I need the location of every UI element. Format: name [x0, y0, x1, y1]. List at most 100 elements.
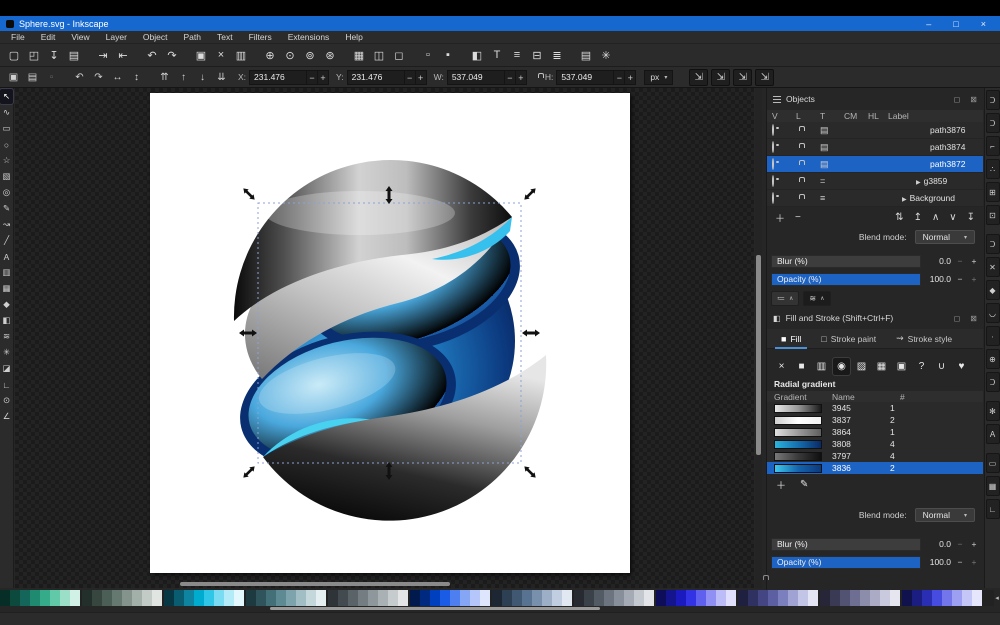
add-gradient-button[interactable]: ＋ — [776, 477, 786, 492]
select-all-button[interactable]: ▣ — [5, 69, 22, 85]
snap-bbox-centers-button[interactable]: ⊡ — [986, 205, 1000, 225]
field-value-input[interactable]: 231.476 — [249, 70, 307, 85]
object-row[interactable]: ▤path3876 — [767, 122, 983, 139]
layers-collapse-button[interactable]: ≋∧ — [803, 291, 830, 306]
palette-swatch[interactable] — [388, 590, 398, 606]
remove-object-button[interactable]: − — [795, 212, 801, 223]
snap-others-button[interactable]: ⊕ — [986, 349, 1000, 369]
snap-text-baseline-button[interactable]: A — [986, 424, 1000, 444]
palette-swatch[interactable] — [480, 590, 490, 606]
snap-guides-button[interactable]: ∟ — [986, 499, 1000, 519]
snap-smooth-nodes-button[interactable]: ◡ — [986, 303, 1000, 323]
zoom-tool[interactable]: ⊙ — [0, 393, 13, 408]
opacity-plus-button[interactable]: + — [969, 557, 979, 567]
palette-swatch[interactable] — [532, 590, 542, 606]
snap-path-intersections-button[interactable]: ✕ — [986, 257, 1000, 277]
print-button[interactable]: ▤ — [65, 46, 83, 64]
document-properties-button[interactable]: ▤ — [577, 46, 595, 64]
palette-swatch[interactable] — [748, 590, 758, 606]
palette-swatch[interactable] — [184, 590, 194, 606]
scale-corners-toggle[interactable]: ⇲ — [711, 69, 730, 86]
canvas[interactable] — [15, 88, 754, 588]
blur-slider[interactable]: Blur (%) — [771, 538, 921, 551]
zoom-page-width-button[interactable]: ⊛ — [321, 46, 339, 64]
edit-gradient-button[interactable]: ✎ — [800, 479, 808, 490]
close-button[interactable]: × — [981, 19, 986, 29]
raise-to-top-button[interactable]: ↥ — [914, 212, 922, 223]
palette-swatch[interactable] — [502, 590, 512, 606]
palette-swatch[interactable] — [470, 590, 480, 606]
maximize-button[interactable]: □ — [953, 19, 958, 29]
palette-swatch[interactable] — [798, 590, 808, 606]
scale-gradients-toggle[interactable]: ⇲ — [733, 69, 752, 86]
paint-unknown-button[interactable]: ? — [913, 358, 930, 375]
palette-scroll-arrow[interactable]: ◂ — [994, 590, 1000, 606]
field-value-input[interactable]: 537.049 — [447, 70, 505, 85]
menu-path[interactable]: Path — [176, 31, 208, 43]
snap-cusp-nodes-button[interactable]: ◆ — [986, 280, 1000, 300]
menu-object[interactable]: Object — [136, 31, 175, 43]
palette-swatch[interactable] — [624, 590, 634, 606]
palette-swatch[interactable] — [870, 590, 880, 606]
palette-swatch[interactable] — [50, 590, 60, 606]
dock-close-icon[interactable]: ⊠ — [970, 314, 977, 323]
palette-swatch[interactable] — [492, 590, 502, 606]
tab-stroke-style[interactable]: ⇝Stroke style — [888, 330, 960, 348]
zoom-page-button[interactable]: ⊚ — [301, 46, 319, 64]
paint-pattern-button[interactable]: ▨ — [853, 358, 870, 375]
spin-plus-button[interactable]: + — [516, 70, 527, 85]
palette-swatch[interactable] — [584, 590, 594, 606]
palette-swatch[interactable] — [286, 590, 296, 606]
palette-swatch[interactable] — [686, 590, 696, 606]
bezier-tool[interactable]: ↝ — [0, 217, 13, 232]
palette-swatch[interactable] — [358, 590, 368, 606]
xml-editor-button[interactable]: ⊟ — [528, 46, 546, 64]
snap-object-centers-button[interactable]: Ↄ — [986, 372, 1000, 392]
text-tool[interactable]: A — [0, 249, 13, 264]
snap-nodes-button[interactable]: Ↄ — [986, 234, 1000, 254]
palette-swatch[interactable] — [214, 590, 224, 606]
palette-swatch[interactable] — [398, 590, 408, 606]
palette-swatch[interactable] — [20, 590, 30, 606]
select-all-layers-button[interactable]: ▤ — [24, 69, 41, 85]
palette-swatch[interactable] — [696, 590, 706, 606]
menu-layer[interactable]: Layer — [99, 31, 134, 43]
palette-swatch[interactable] — [92, 590, 102, 606]
snap-bbox-midpoints-button[interactable]: ⊞ — [986, 182, 1000, 202]
flip-vertical-button[interactable]: ↕ — [128, 69, 145, 85]
menu-extensions[interactable]: Extensions — [281, 31, 337, 43]
gradient-row[interactable]: 38372 — [767, 414, 983, 426]
paint-linear-gradient-button[interactable]: ▥ — [813, 358, 830, 375]
tweak-tool[interactable]: ≋ — [0, 329, 13, 344]
palette-swatch[interactable] — [40, 590, 50, 606]
palette-swatch[interactable] — [880, 590, 890, 606]
spin-plus-button[interactable]: + — [318, 70, 329, 85]
palette-swatch[interactable] — [368, 590, 378, 606]
opacity-minus-button[interactable]: − — [955, 557, 965, 567]
palette-scrollbar[interactable] — [0, 607, 1000, 611]
import-button[interactable]: ⇥ — [94, 46, 112, 64]
duplicate-button[interactable]: ▦ — [350, 46, 368, 64]
palette-swatch[interactable] — [614, 590, 624, 606]
opacity-slider[interactable]: Opacity (%) — [771, 273, 921, 286]
palette-swatch[interactable] — [450, 590, 460, 606]
gradient-tool[interactable]: ▥ — [0, 265, 13, 280]
text-dialog-button[interactable]: T — [488, 46, 506, 64]
palette-swatch[interactable] — [562, 590, 572, 606]
palette-swatch[interactable] — [338, 590, 348, 606]
palette-swatch[interactable] — [522, 590, 532, 606]
scale-patterns-toggle[interactable]: ⇲ — [755, 69, 774, 86]
eraser-tool[interactable]: ◪ — [0, 361, 13, 376]
palette-swatch[interactable] — [10, 590, 20, 606]
layers-dialog-button[interactable]: ≣ — [548, 46, 566, 64]
opacity-slider[interactable]: Opacity (%) — [771, 556, 921, 569]
palette-swatch[interactable] — [634, 590, 644, 606]
raise-button[interactable]: ∧ — [932, 212, 939, 223]
paint-mesh-gradient-button[interactable]: ▦ — [873, 358, 890, 375]
dropper-tool[interactable]: ◆ — [0, 297, 13, 312]
copy-button[interactable]: ▣ — [192, 46, 210, 64]
palette-swatch[interactable] — [266, 590, 276, 606]
palette-swatch[interactable] — [922, 590, 932, 606]
snap-page-border-button[interactable]: ▭ — [986, 453, 1000, 473]
palette-swatch[interactable] — [70, 590, 80, 606]
